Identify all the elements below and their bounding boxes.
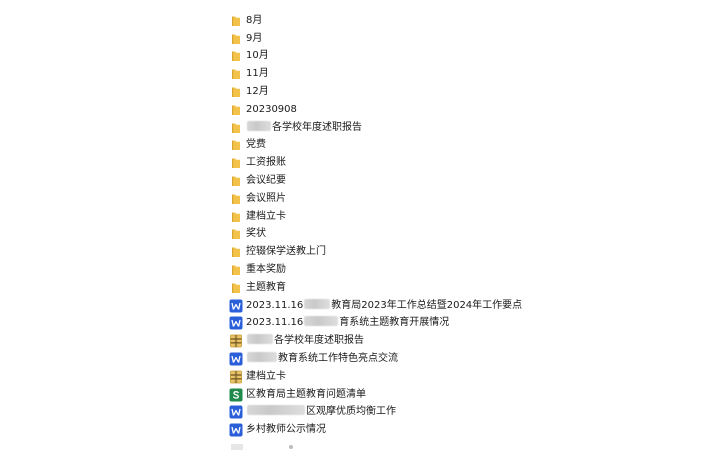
list-item[interactable]: 会议纪要 <box>229 172 649 190</box>
folder-icon <box>229 85 243 99</box>
list-item[interactable]: 12月 <box>229 83 649 101</box>
folder-icon <box>229 103 243 117</box>
item-label-text: 各学校年度述职报告 <box>272 121 362 133</box>
item-label: 区教育局主题教育问题清单 <box>246 388 366 400</box>
folder-icon <box>229 67 243 81</box>
item-label-text: 各学校年度述职报告 <box>274 335 364 347</box>
archive-icon <box>229 370 243 384</box>
list-item[interactable]: 主题教育 <box>229 279 649 297</box>
word-doc-icon <box>229 405 243 419</box>
word-doc-icon <box>229 352 243 366</box>
list-item[interactable]: 党费 <box>229 137 649 155</box>
item-label: 乡村教师公示情况 <box>246 424 326 436</box>
clipped-next-item <box>229 442 349 450</box>
item-label-text: 育系统主题教育开展情况 <box>339 317 450 329</box>
list-item[interactable]: 会议照片 <box>229 190 649 208</box>
redacted-text <box>304 298 331 309</box>
item-label: 教育系统工作特色亮点交流 <box>246 352 398 366</box>
list-item[interactable]: 9月 <box>229 30 649 48</box>
list-item[interactable]: 区观摩优质均衡工作 <box>229 404 649 422</box>
list-item[interactable]: 20230908 <box>229 101 649 119</box>
item-label: 建档立卡 <box>246 210 286 222</box>
item-label: 重本奖励 <box>246 264 286 276</box>
item-label: 9月 <box>246 32 263 44</box>
item-label: 建档立卡 <box>246 370 286 382</box>
folder-icon <box>229 138 243 152</box>
item-label: 主题教育 <box>246 281 286 293</box>
item-label: 控辍保学送教上门 <box>246 246 326 258</box>
redacted-text <box>304 316 339 327</box>
list-item[interactable]: 各学校年度述职报告 <box>229 332 649 350</box>
spreadsheet-icon <box>229 388 243 402</box>
word-doc-icon <box>229 316 243 330</box>
word-doc-icon <box>229 423 243 437</box>
item-label: 工资报账 <box>246 157 286 169</box>
list-item[interactable]: 乡村教师公示情况 <box>229 421 649 439</box>
item-label-prefix: 2023.11.16 <box>246 317 304 329</box>
folder-icon <box>229 281 243 295</box>
list-item[interactable]: 2023.11.16 教育局2023年工作总结暨2024年工作要点 <box>229 297 649 315</box>
item-label: 奖状 <box>246 228 266 240</box>
folder-icon <box>229 174 243 188</box>
folder-icon <box>229 245 243 259</box>
list-item[interactable]: 建档立卡 <box>229 208 649 226</box>
item-label-text: 教育局2023年工作总结暨2024年工作要点 <box>331 299 523 311</box>
archive-icon <box>229 334 243 348</box>
item-label: 8月 <box>246 14 263 26</box>
folder-icon <box>229 32 243 46</box>
clipped-previous-item <box>244 0 258 2</box>
item-label: 会议照片 <box>246 192 286 204</box>
folder-icon <box>229 227 243 241</box>
item-label: 党费 <box>246 139 266 151</box>
item-label: 2023.11.16 教育局2023年工作总结暨2024年工作要点 <box>246 298 523 313</box>
folder-icon <box>229 14 243 28</box>
redacted-text <box>247 405 305 416</box>
redacted-text <box>247 334 273 345</box>
item-label: 10月 <box>246 50 269 62</box>
item-label: 2023.11.16 育系统主题教育开展情况 <box>246 316 449 330</box>
folder-icon <box>229 192 243 206</box>
redacted-text <box>247 352 277 363</box>
folder-icon <box>229 49 243 63</box>
item-label: 各学校年度述职报告 <box>246 120 362 135</box>
list-item[interactable]: 11月 <box>229 65 649 83</box>
list-item[interactable]: 重本奖励 <box>229 261 649 279</box>
list-item[interactable]: 建档立卡 <box>229 368 649 386</box>
item-label: 12月 <box>246 86 269 98</box>
item-label-text: 区观摩优质均衡工作 <box>306 406 396 418</box>
item-label: 会议纪要 <box>246 175 286 187</box>
list-item[interactable]: 教育系统工作特色亮点交流 <box>229 350 649 368</box>
list-item[interactable]: 区教育局主题教育问题清单 <box>229 386 649 404</box>
item-label: 区观摩优质均衡工作 <box>246 405 396 419</box>
list-item[interactable]: 各学校年度述职报告 <box>229 119 649 137</box>
word-doc-icon <box>229 299 243 313</box>
list-item[interactable]: 控辍保学送教上门 <box>229 243 649 261</box>
list-item[interactable]: 2023.11.16 育系统主题教育开展情况 <box>229 315 649 333</box>
item-label-text: 教育系统工作特色亮点交流 <box>278 353 398 365</box>
item-label: 各学校年度述职报告 <box>246 334 364 348</box>
folder-icon <box>229 263 243 277</box>
folder-icon <box>229 156 243 170</box>
redacted-text <box>247 120 271 131</box>
item-label: 11月 <box>246 68 269 80</box>
list-item[interactable]: 奖状 <box>229 226 649 244</box>
list-item[interactable]: 10月 <box>229 48 649 66</box>
item-label: 20230908 <box>246 103 297 115</box>
list-item[interactable]: 工资报账 <box>229 154 649 172</box>
file-list: 8月 9月 10月 11月 12月 20230908 各学校年度述职报告 党费 … <box>229 12 649 439</box>
list-item[interactable]: 8月 <box>229 12 649 30</box>
item-label-prefix: 2023.11.16 <box>246 299 304 311</box>
folder-icon <box>229 210 243 224</box>
folder-icon <box>229 121 243 135</box>
